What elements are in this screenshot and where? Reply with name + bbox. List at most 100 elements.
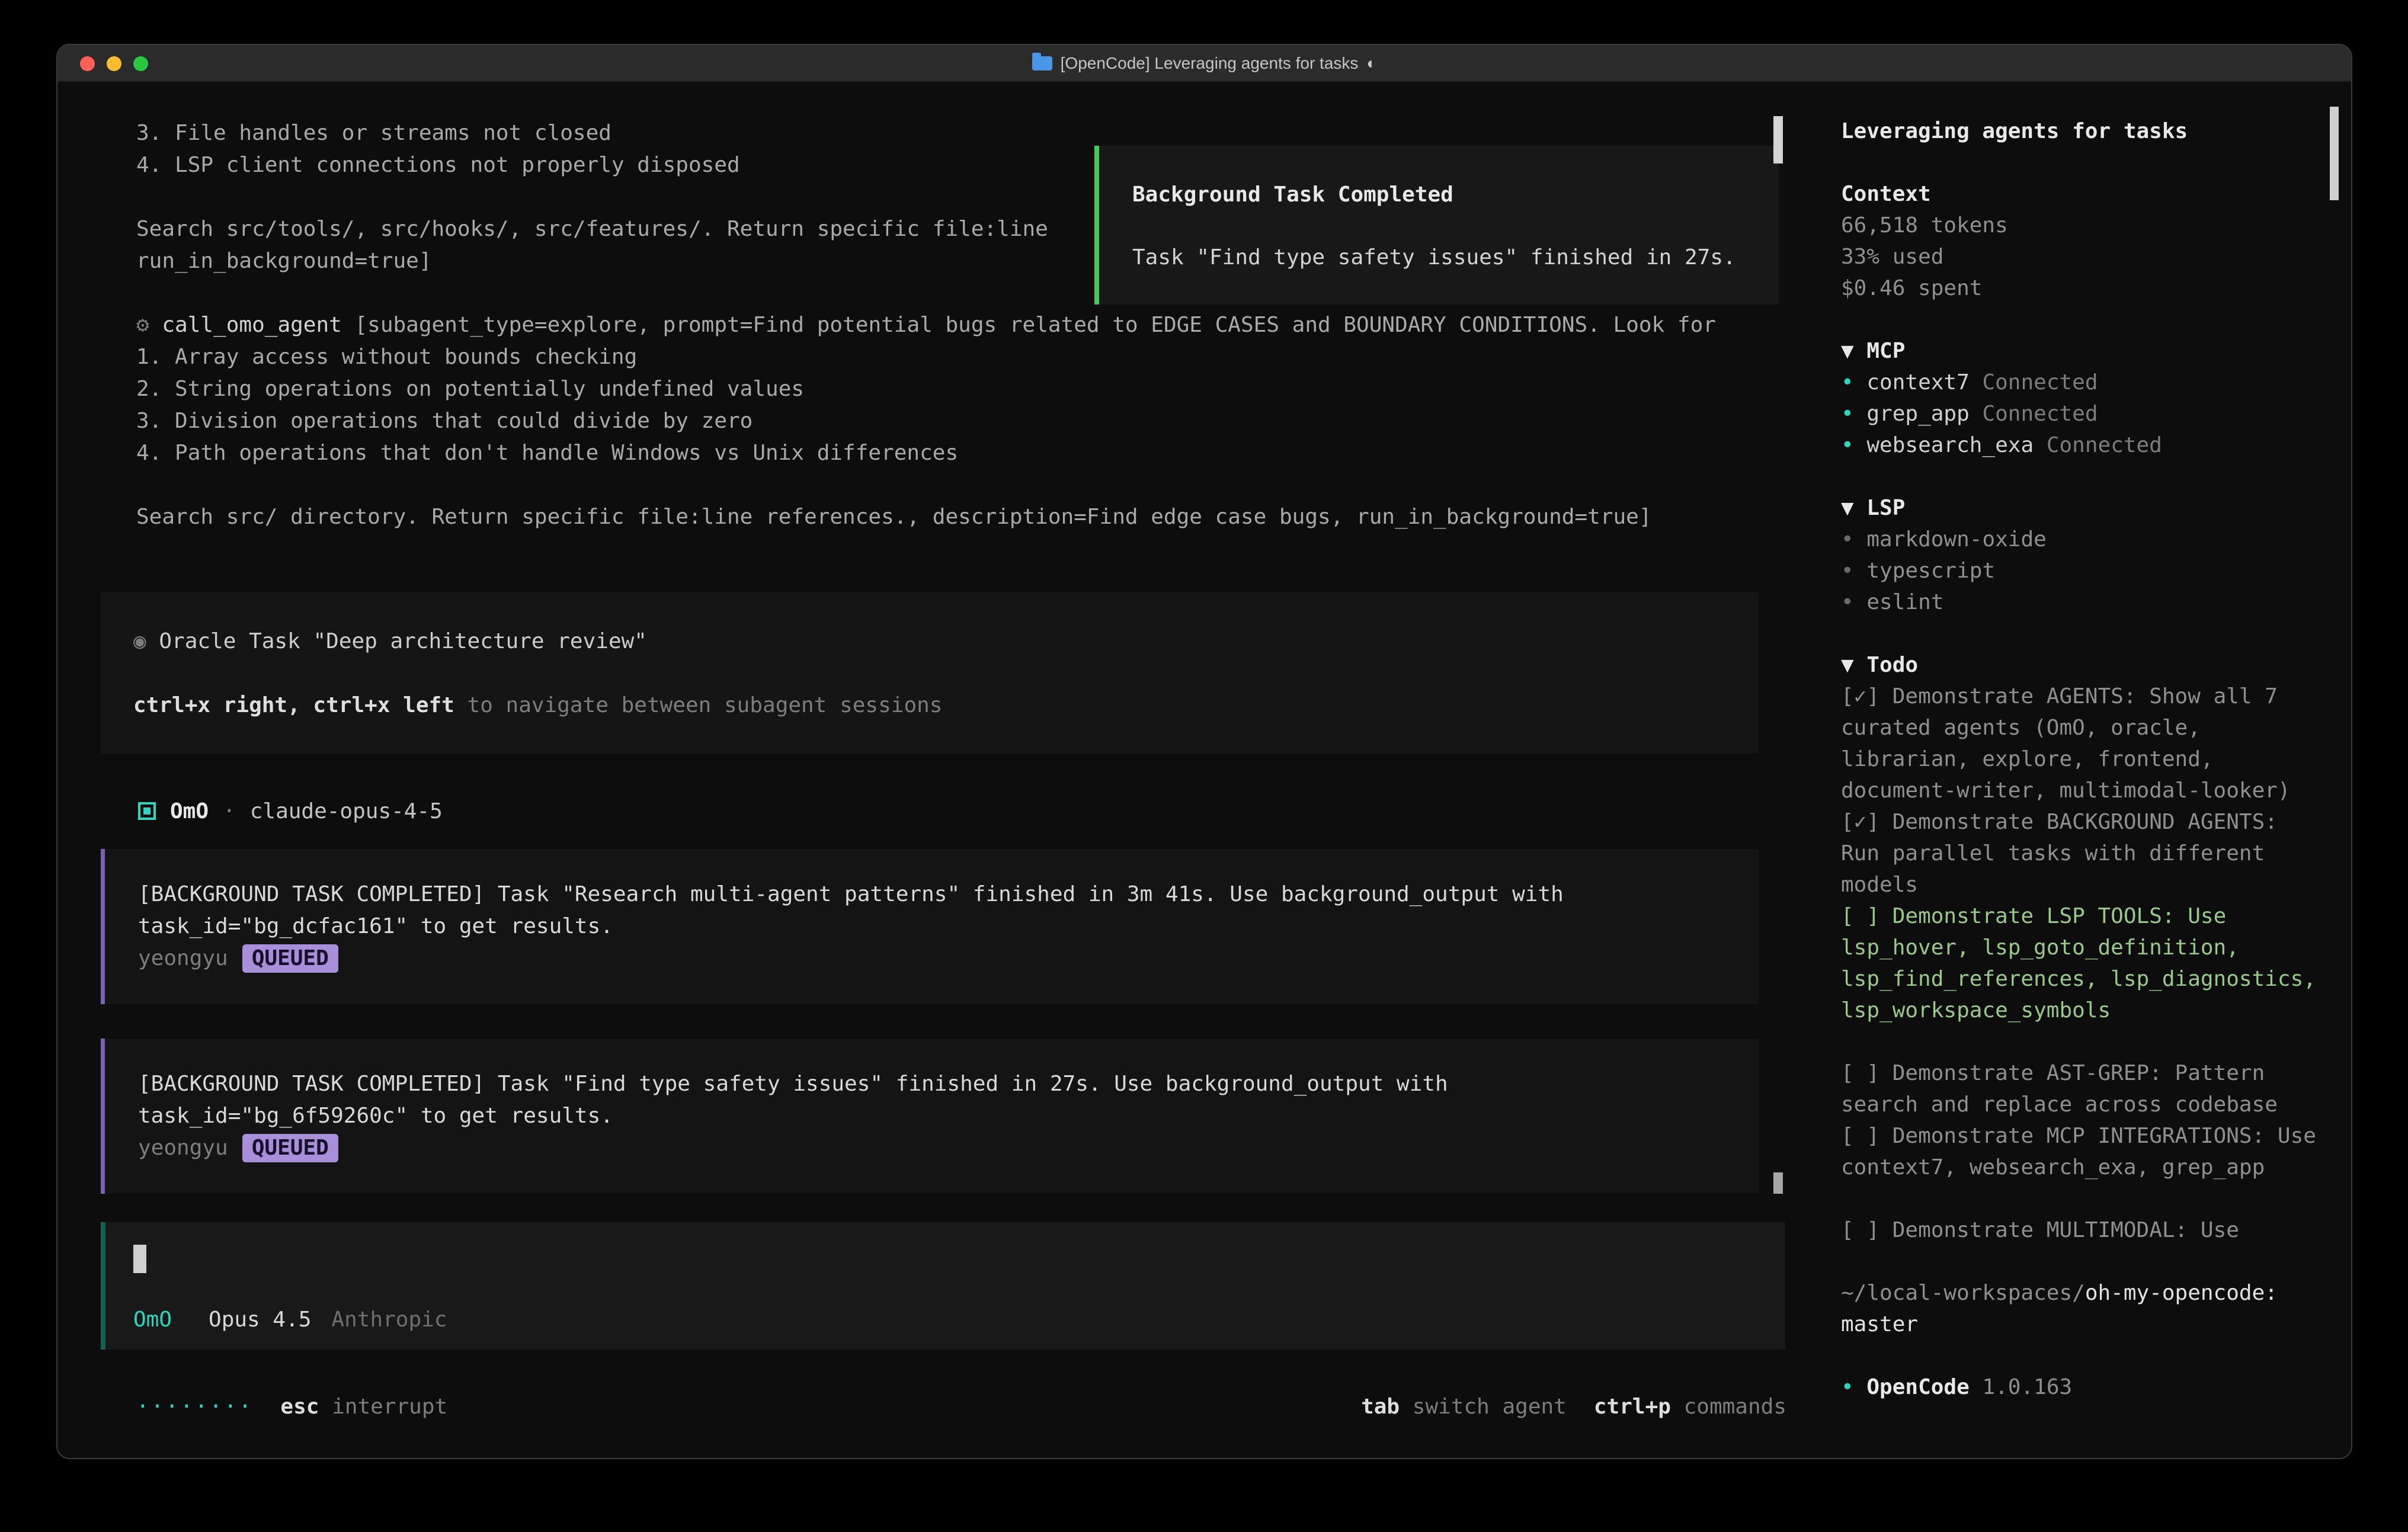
record-icon: ◉ <box>133 629 146 653</box>
esc-key-hint: esc <box>280 1395 319 1419</box>
todo-item: [ ] Demonstrate AST-GREP: Pattern search… <box>1841 1057 2319 1120</box>
mcp-section: ▼ MCP • context7 Connected • grep_app Co… <box>1841 335 2319 461</box>
shortcut-desc: to navigate between subagent sessions <box>454 693 943 717</box>
lsp-item: • typescript <box>1841 555 2319 586</box>
message-meta: yeongyu QUEUED <box>138 943 1723 975</box>
app-name: OpenCode <box>1866 1375 1969 1399</box>
todo-heading: ▼ Todo <box>1841 649 2319 681</box>
agent-name: OmO <box>170 799 209 823</box>
context-section: Context 66,518 tokens 33% used $0.46 spe… <box>1841 178 2319 304</box>
esc-key-label: interrupt <box>319 1395 447 1419</box>
tab-key-label: switch agent <box>1400 1395 1567 1419</box>
bullet-icon: • <box>1841 370 1854 395</box>
model-selector-row[interactable]: OmO Opus 4.5 Anthropic <box>133 1307 1756 1332</box>
tool-call-block: ⚙ call_omo_agent [subagent_type=explore,… <box>136 309 1716 533</box>
checkbox-checked-icon: [✓] <box>1841 810 1879 834</box>
input-model-name: Opus 4.5 <box>209 1307 311 1332</box>
oracle-shortcut-hint: ctrl+x right, ctrl+x left to navigate be… <box>133 690 1723 722</box>
oracle-task-panel: ◉ Oracle Task "Deep architecture review"… <box>101 592 1759 754</box>
workspace-prefix: ~/local-workspaces/ <box>1841 1281 2085 1305</box>
bullet-icon: • <box>1841 559 1854 583</box>
agent-square-icon <box>138 802 156 820</box>
checkbox-empty-icon: [ ] <box>1841 1061 1879 1085</box>
window-title-text: [OpenCode] Leveraging agents for tasks <box>1061 54 1359 73</box>
author-name: yeongyu <box>138 946 228 970</box>
lsp-section: ▼ LSP • markdown-oxide • typescript • es… <box>1841 492 2319 618</box>
ctrlp-key-label: commands <box>1671 1395 1786 1419</box>
oracle-task-title: ◉ Oracle Task "Deep architecture review" <box>133 626 1723 658</box>
log-line: 3. File handles or streams not closed <box>136 117 1048 149</box>
tool-arg-item: 1. Array access without bounds checking <box>136 341 1716 373</box>
tool-call-line: ⚙ call_omo_agent [subagent_type=explore,… <box>136 309 1716 341</box>
transcript-area[interactable]: 3. File handles or streams not closed 4.… <box>57 82 1818 1459</box>
sidebar-scrollbar-thumb[interactable] <box>2330 107 2339 200</box>
checkbox-empty-icon: [ ] <box>1841 1218 1879 1242</box>
collapse-icon[interactable]: ▼ <box>1841 653 1854 677</box>
agent-model: claude-opus-4-5 <box>250 799 443 823</box>
author-name: yeongyu <box>138 1136 228 1160</box>
collapse-icon[interactable]: ▼ <box>1841 339 1854 363</box>
lsp-item: • markdown-oxide <box>1841 524 2319 555</box>
log-line: Search src/tools/, src/hooks/, src/featu… <box>136 213 1048 245</box>
mcp-heading: ▼ MCP <box>1841 335 2319 367</box>
queued-badge: QUEUED <box>242 1134 338 1162</box>
input-agent-name: OmO <box>133 1307 172 1332</box>
tool-name: call_omo_agent <box>162 313 341 337</box>
session-sidebar[interactable]: Leveraging agents for tasks Context 66,5… <box>1818 82 2352 1459</box>
zoom-button[interactable] <box>133 56 148 71</box>
message-card: [BACKGROUND TASK COMPLETED] Task "Find t… <box>101 1039 1759 1194</box>
tool-arg-item: 2. String operations on potentially unde… <box>136 373 1716 405</box>
bullet-icon: • <box>1841 527 1854 552</box>
workspace-branch: master <box>1841 1312 1918 1337</box>
session-title: Leveraging agents for tasks <box>1841 116 2319 147</box>
status-right: tab switch agent ctrl+p commands <box>1361 1395 1786 1419</box>
lsp-heading: ▼ LSP <box>1841 492 2319 524</box>
transcript-scrollbar-thumb[interactable] <box>1773 1172 1783 1194</box>
ctrlp-key-hint: ctrl+p <box>1594 1395 1671 1419</box>
bullet-icon: • <box>1841 402 1854 426</box>
titlebar[interactable]: [OpenCode] Leveraging agents for tasks ◐ <box>57 45 2351 82</box>
todo-item: [ ] Demonstrate MCP INTEGRATIONS: Use co… <box>1841 1120 2319 1183</box>
opencode-window: [OpenCode] Leveraging agents for tasks ◐… <box>56 44 2352 1459</box>
folder-icon <box>1032 56 1052 70</box>
prompt-input[interactable]: OmO Opus 4.5 Anthropic <box>101 1222 1785 1350</box>
context-tokens: 66,518 tokens <box>1841 210 2319 241</box>
gear-icon: ⚙ <box>136 313 149 337</box>
todo-item: [✓] Demonstrate AGENTS: Show all 7 curat… <box>1841 681 2319 806</box>
window-title: [OpenCode] Leveraging agents for tasks ◐ <box>1032 54 1377 73</box>
checkbox-checked-icon: [✓] <box>1841 684 1879 709</box>
agent-header: OmO · claude-opus-4-5 <box>138 795 443 827</box>
log-line: 4. LSP client connections not properly d… <box>136 149 1048 181</box>
minimize-button[interactable] <box>107 56 121 71</box>
mcp-item: • context7 Connected <box>1841 367 2319 398</box>
traffic-lights <box>80 45 148 82</box>
mcp-item: • websearch_exa Connected <box>1841 430 2319 461</box>
todo-item: [✓] Demonstrate BACKGROUND AGENTS: Run p… <box>1841 806 2319 900</box>
transcript-scrollbar-thumb[interactable] <box>1773 116 1783 164</box>
app-version: 1.0.163 <box>1982 1375 2072 1399</box>
tool-arg-item: 4. Path operations that don't handle Win… <box>136 437 1716 469</box>
queued-badge: QUEUED <box>242 944 338 973</box>
checkbox-empty-icon: [ ] <box>1841 1124 1879 1148</box>
tab-key-hint: tab <box>1361 1395 1400 1419</box>
checkbox-empty-icon: [ ] <box>1841 904 1879 928</box>
separator-dot: · <box>223 799 236 823</box>
context-used: 33% used <box>1841 241 2319 273</box>
collapse-icon[interactable]: ▼ <box>1841 496 1854 520</box>
close-button[interactable] <box>80 56 95 71</box>
lsp-item: • eslint <box>1841 586 2319 618</box>
status-bar: ········ esc interrupt tab switch agent … <box>136 1390 1786 1422</box>
shortcut-keys: ctrl+x right, ctrl+x left <box>133 693 454 717</box>
todo-item: [ ] Demonstrate LSP TOOLS: Use lsp_hover… <box>1841 900 2319 1026</box>
toast-body: Task "Find type safety issues" finished … <box>1132 242 1749 274</box>
log-block-top: 3. File handles or streams not closed 4.… <box>136 117 1048 277</box>
background-task-toast[interactable]: Background Task Completed Task "Find typ… <box>1094 146 1779 305</box>
tool-arg-tail: Search src/ directory. Return specific f… <box>136 501 1716 533</box>
input-provider-name: Anthropic <box>331 1307 447 1332</box>
text-cursor <box>133 1245 146 1273</box>
log-line: run_in_background=true] <box>136 245 1048 277</box>
message-line: [BACKGROUND TASK COMPLETED] Task "Resear… <box>138 879 1723 911</box>
tool-args: [subagent_type=explore, prompt=Find pote… <box>342 313 1716 337</box>
version-row: • OpenCode 1.0.163 <box>1841 1371 2319 1403</box>
message-card: [BACKGROUND TASK COMPLETED] Task "Resear… <box>101 849 1759 1004</box>
